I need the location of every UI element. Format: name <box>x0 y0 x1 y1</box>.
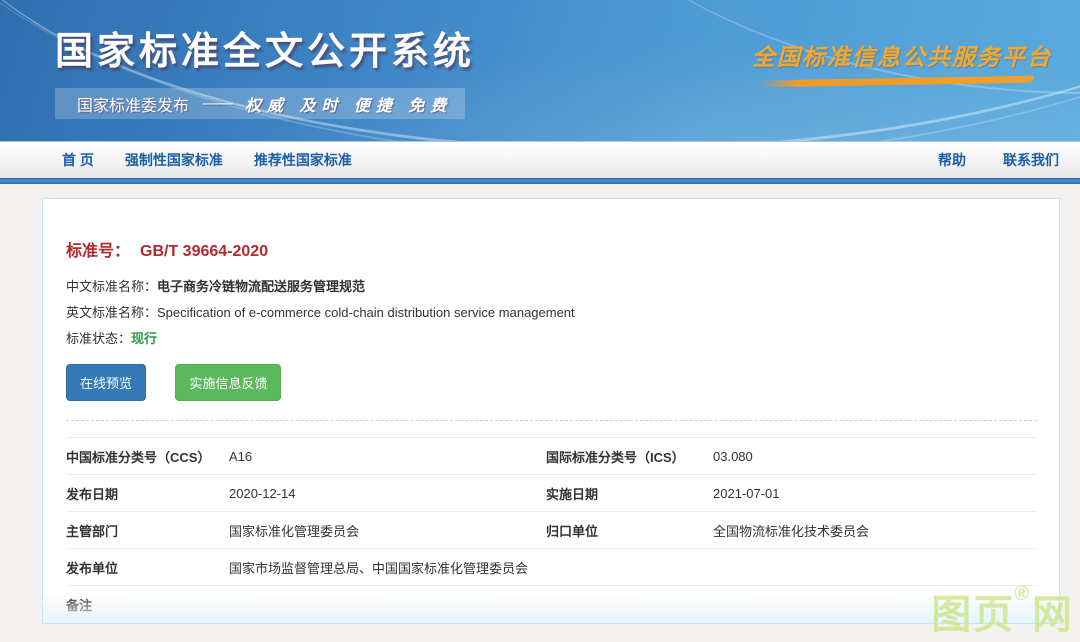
standard-number-value: GB/T 39664-2020 <box>140 243 268 260</box>
page-body: 标准号： GB/T 39664-2020 中文标准名称：电子商务冷链物流配送服务管… <box>0 184 1080 642</box>
site-title: 国家标准全文公开系统 <box>55 20 475 75</box>
nav-left-group: 首 页 强制性国家标准 推荐性国家标准 <box>0 150 383 170</box>
centralized-unit-value: 全国物流标准化技术委员会 <box>713 521 1037 540</box>
table-row: 备注 <box>66 585 1037 622</box>
platform-brand: 全国标准信息公共服务平台 <box>752 38 1052 85</box>
main-nav: 首 页 强制性国家标准 推荐性国家标准 帮助 联系我们 <box>0 141 1080 178</box>
table-row: 发布单位 国家市场监督管理总局、中国国家标准化管理委员会 <box>66 548 1037 585</box>
status-label: 标准状态： <box>66 331 131 346</box>
subtitle-dash: —— <box>203 95 231 113</box>
en-name-value: Specification of e-commerce cold-chain d… <box>157 305 575 320</box>
cn-name-label: 中文标准名称： <box>66 279 157 294</box>
watermark-left: 图页 <box>931 593 1015 637</box>
remarks-label: 备注 <box>66 595 229 614</box>
publish-date-value: 2020-12-14 <box>229 486 546 501</box>
watermark-right: 网 <box>1032 593 1074 637</box>
cn-name-value: 电子商务冷链物流配送服务管理规范 <box>157 279 365 294</box>
ics-value: 03.080 <box>713 449 1037 464</box>
implement-date-label: 实施日期 <box>546 484 713 503</box>
registered-trademark-icon: ® <box>1014 583 1031 605</box>
status-line: 标准状态：现行 <box>66 332 1037 346</box>
banner-subtitle: 国家标准委发布 —— 权威 及时 便捷 免费 <box>55 88 465 119</box>
standard-number-label: 标准号： <box>66 243 130 260</box>
table-row: 中国标准分类号（CCS） A16 国际标准分类号（ICS） 03.080 <box>66 437 1037 474</box>
table-row: 发布日期 2020-12-14 实施日期 2021-07-01 <box>66 474 1037 511</box>
en-name-label: 英文标准名称： <box>66 305 157 320</box>
subtitle-publisher: 国家标准委发布 <box>77 92 189 116</box>
competent-dept-value: 国家标准化管理委员会 <box>229 521 546 540</box>
ccs-label: 中国标准分类号（CCS） <box>66 447 229 466</box>
cn-name-line: 中文标准名称：电子商务冷链物流配送服务管理规范 <box>66 280 1037 294</box>
publish-date-label: 发布日期 <box>66 484 229 503</box>
site-banner: 国家标准全文公开系统 国家标准委发布 —— 权威 及时 便捷 免费 全国标准信息… <box>0 0 1080 141</box>
standard-attributes-table: 中国标准分类号（CCS） A16 国际标准分类号（ICS） 03.080 发布日… <box>66 437 1037 622</box>
table-row: 主管部门 国家标准化管理委员会 归口单位 全国物流标准化技术委员会 <box>66 511 1037 548</box>
publish-org-value: 国家市场监督管理总局、中国国家标准化管理委员会 <box>229 558 1037 577</box>
nav-mandatory-standards[interactable]: 强制性国家标准 <box>125 150 223 170</box>
ics-label: 国际标准分类号（ICS） <box>546 447 713 466</box>
platform-brand-text: 全国标准信息公共服务平台 <box>752 38 1052 72</box>
standard-number-line: 标准号： GB/T 39664-2020 <box>66 237 1037 261</box>
centralized-unit-label: 归口单位 <box>546 521 713 540</box>
competent-dept-label: 主管部门 <box>66 521 229 540</box>
nav-help[interactable]: 帮助 <box>938 150 966 170</box>
nav-recommended-standards[interactable]: 推荐性国家标准 <box>254 150 352 170</box>
online-preview-button[interactable]: 在线预览 <box>66 364 146 401</box>
implementation-feedback-button[interactable]: 实施信息反馈 <box>175 364 281 401</box>
standard-detail-card: 标准号： GB/T 39664-2020 中文标准名称：电子商务冷链物流配送服务管… <box>42 198 1060 624</box>
subtitle-slogan: 权威 及时 便捷 免费 <box>245 92 452 116</box>
nav-right-group: 帮助 联系我们 <box>901 150 1080 170</box>
nav-contact-us[interactable]: 联系我们 <box>1003 150 1059 170</box>
ccs-value: A16 <box>229 449 546 464</box>
status-badge: 现行 <box>131 331 157 346</box>
nav-home[interactable]: 首 页 <box>62 150 94 170</box>
dotted-divider <box>66 420 1037 421</box>
implement-date-value: 2021-07-01 <box>713 486 1037 501</box>
action-buttons: 在线预览 实施信息反馈 <box>66 364 1037 401</box>
watermark: 图页®网 <box>931 582 1074 640</box>
en-name-line: 英文标准名称：Specification of e-commerce cold-… <box>66 306 1037 320</box>
publish-org-label: 发布单位 <box>66 558 229 577</box>
